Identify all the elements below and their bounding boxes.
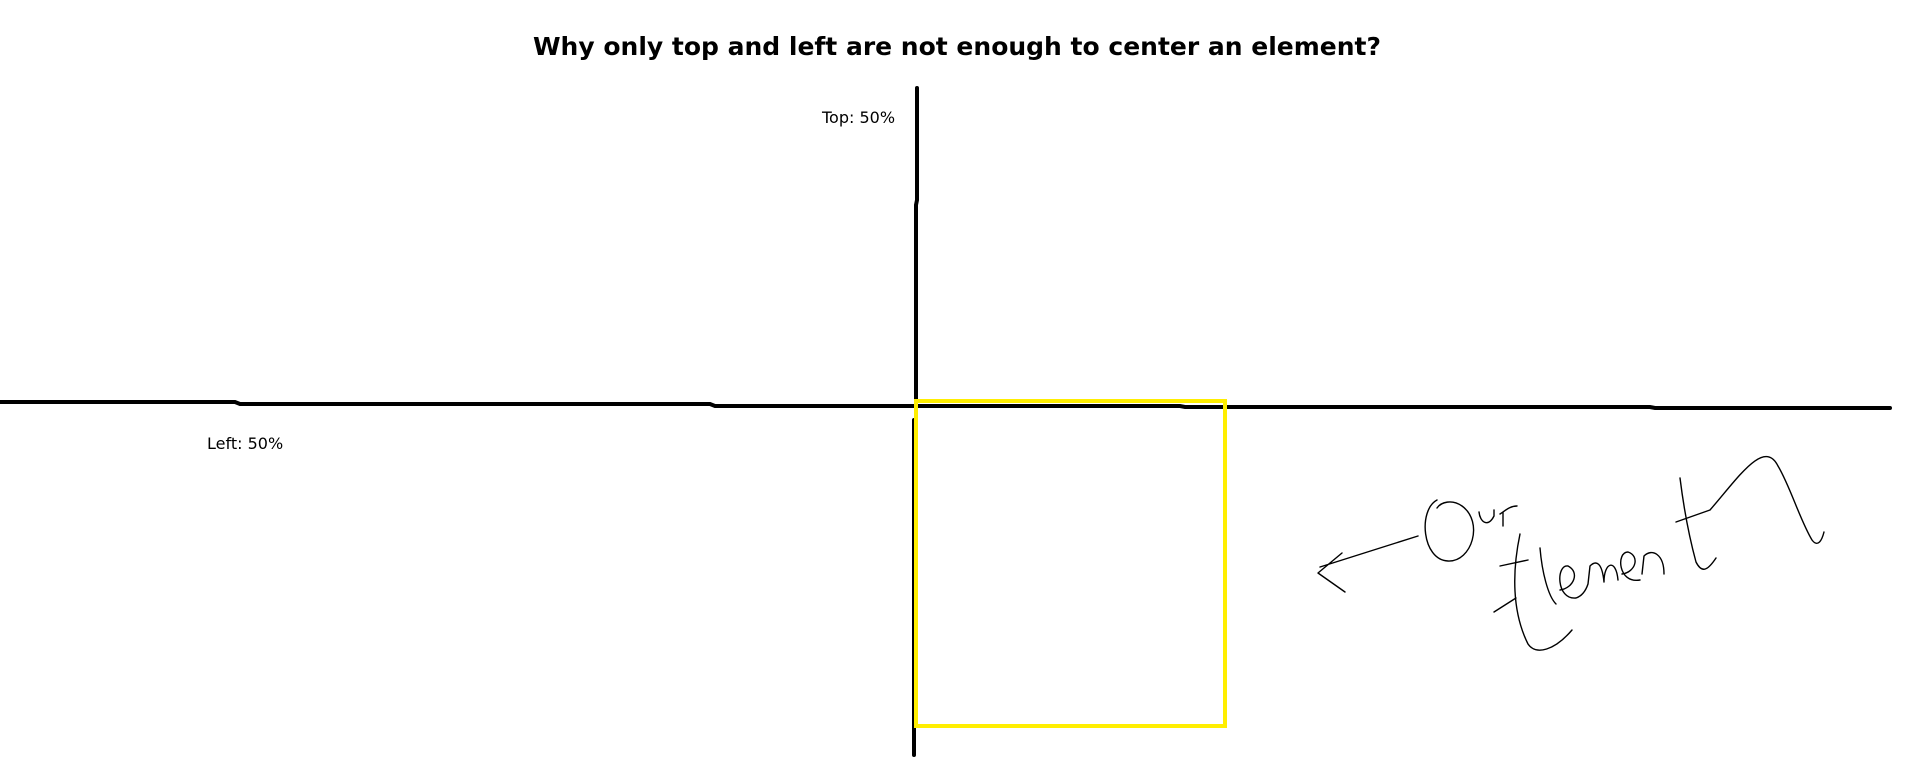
element-annotation	[1317, 455, 1825, 651]
handwriting-e	[1493, 533, 1573, 651]
centering-diagram	[0, 86, 1892, 757]
handwriting-o	[1424, 499, 1475, 562]
arrow-icon	[1317, 535, 1419, 593]
handwriting-lement	[1539, 455, 1825, 605]
element-box	[914, 399, 1227, 728]
handwriting-ur	[1478, 505, 1518, 527]
